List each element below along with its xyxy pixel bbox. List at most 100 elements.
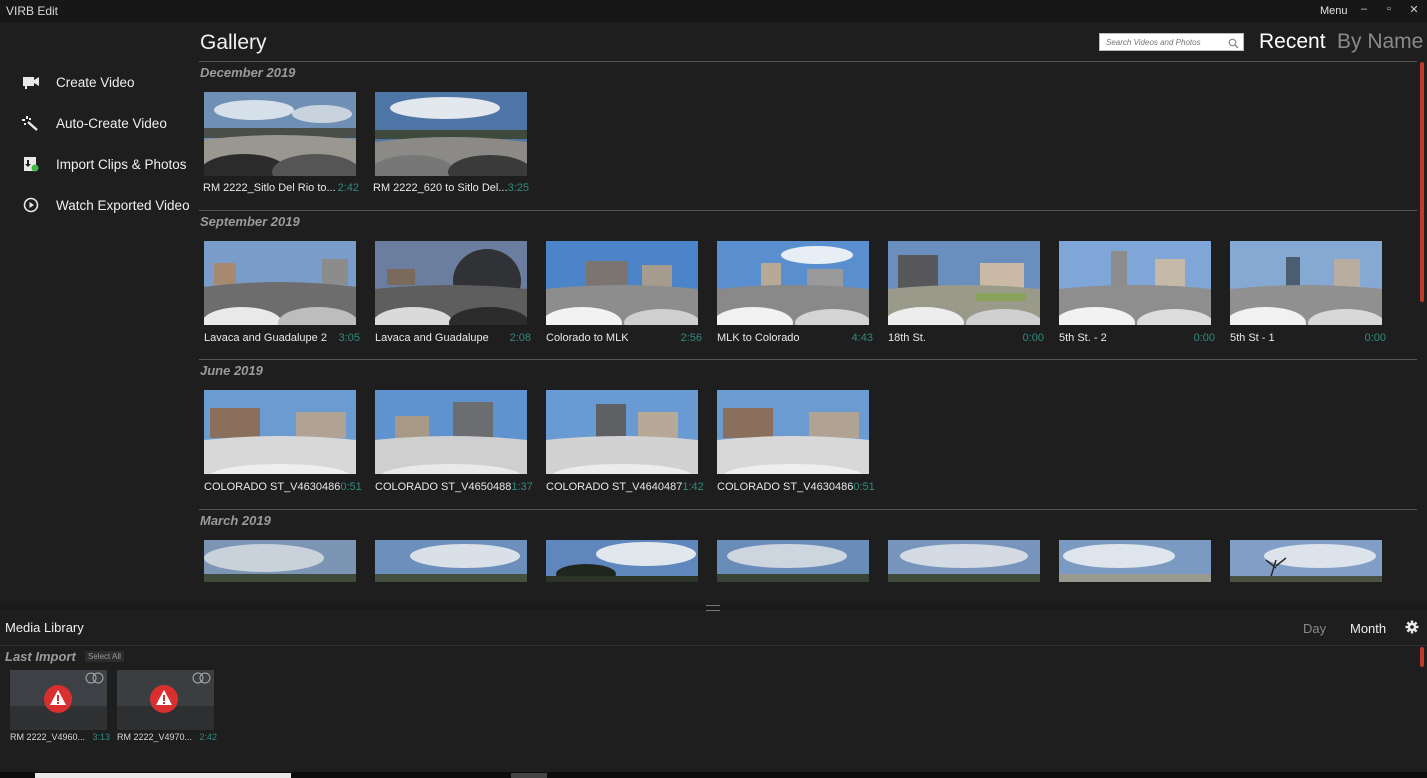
taskbar-search[interactable] xyxy=(35,773,291,778)
search-icon[interactable] xyxy=(1228,36,1239,54)
sidebar: Create Video Auto-Create Video Import Cl… xyxy=(0,22,195,604)
section-divider xyxy=(199,210,1417,211)
video-thumbnail[interactable] xyxy=(546,241,698,325)
month-heading: June 2019 xyxy=(200,363,263,378)
video-thumbnail[interactable] xyxy=(546,390,698,474)
video-thumbnail[interactable] xyxy=(1230,540,1382,582)
sort-recent-tab[interactable]: Recent xyxy=(1259,30,1326,54)
video-thumbnail[interactable] xyxy=(204,92,356,176)
video-thumbnail[interactable] xyxy=(717,241,869,325)
title-bar: VIRB Edit Menu – ▫ ✕ xyxy=(0,0,1427,22)
video-name: COLORADO ST_V4650488 xyxy=(375,481,512,493)
video-thumbnail[interactable] xyxy=(375,241,527,325)
video-thumbnail[interactable] xyxy=(888,540,1040,582)
video-duration: 3:05 xyxy=(338,332,360,344)
video-thumbnail[interactable] xyxy=(1230,241,1382,325)
video-label: COLORADO ST_V4640487 1:42 xyxy=(546,481,704,493)
sidebar-item-label: Auto-Create Video xyxy=(56,115,167,131)
video-name: MLK to Colorado xyxy=(717,332,800,344)
video-thumbnail[interactable] xyxy=(375,92,527,176)
clip-name: RM 2222_V4970... xyxy=(117,732,193,742)
clip-name: RM 2222_V4960... xyxy=(10,732,86,742)
video-duration: 3:25 xyxy=(507,182,529,194)
library-scrollbar[interactable] xyxy=(1420,647,1424,667)
view-day-tab[interactable]: Day xyxy=(1303,621,1326,636)
clip-duration: 3:13 xyxy=(92,732,110,742)
library-clip-thumbnail[interactable] xyxy=(117,670,214,730)
menu-button[interactable]: Menu xyxy=(1320,5,1348,17)
video-thumbnail[interactable] xyxy=(375,540,527,582)
video-thumbnail[interactable] xyxy=(888,241,1040,325)
search-box[interactable] xyxy=(1099,33,1244,51)
video-thumbnail[interactable] xyxy=(717,390,869,474)
video-label: Lavaca and Guadalupe 2 3:05 xyxy=(204,332,360,344)
video-label: 18th St. 0:00 xyxy=(888,332,1044,344)
minimize-button[interactable]: – xyxy=(1357,3,1371,15)
video-label: COLORADO ST_V4630486 0:51 xyxy=(204,481,362,493)
video-thumbnail[interactable] xyxy=(375,390,527,474)
resize-handle[interactable] xyxy=(706,605,720,611)
view-month-tab[interactable]: Month xyxy=(1350,621,1386,636)
video-label: Lavaca and Guadalupe 2:08 xyxy=(375,332,531,344)
sidebar-item-label: Watch Exported Video xyxy=(56,197,190,213)
sidebar-item-label: Import Clips & Photos xyxy=(56,156,187,172)
video-duration: 1:37 xyxy=(511,481,533,493)
taskbar-button[interactable] xyxy=(511,773,547,778)
month-heading: December 2019 xyxy=(200,65,296,80)
video-label: COLORADO ST_V4630486 0:51 xyxy=(717,481,875,493)
video-thumbnail[interactable] xyxy=(546,540,698,582)
video-duration: 0:51 xyxy=(340,481,362,493)
video-name: 5th St - 1 xyxy=(1230,332,1275,344)
library-clip-label: RM 2222_V4960... 3:13 xyxy=(10,732,110,742)
sidebar-item-create-video[interactable]: Create Video xyxy=(20,71,135,93)
video-name: 18th St. xyxy=(888,332,926,344)
video-name: Colorado to MLK xyxy=(546,332,629,344)
sidebar-item-import-clips[interactable]: Import Clips & Photos xyxy=(20,153,187,175)
video-duration: 4:43 xyxy=(851,332,873,344)
clip-duration: 2:42 xyxy=(199,732,217,742)
video-name: RM 2222_Sitlo Del Rio to... xyxy=(203,182,336,194)
video-label: RM 2222_620 to Sitlo Del... 3:25 xyxy=(373,182,529,194)
month-heading: March 2019 xyxy=(200,513,271,528)
video-name: COLORADO ST_V4630486 xyxy=(717,481,854,493)
gallery-scrollbar[interactable] xyxy=(1420,62,1424,302)
media-library-title: Media Library xyxy=(5,620,84,635)
sidebar-item-auto-create-video[interactable]: Auto-Create Video xyxy=(20,112,167,134)
video-thumbnail[interactable] xyxy=(717,540,869,582)
video-thumbnail[interactable] xyxy=(204,241,356,325)
sidebar-item-watch-exported[interactable]: Watch Exported Video xyxy=(20,194,190,216)
sidebar-item-label: Create Video xyxy=(56,74,135,90)
gear-icon[interactable] xyxy=(1405,620,1419,639)
library-divider xyxy=(0,645,1427,646)
section-divider xyxy=(199,61,1417,62)
video-duration: 2:56 xyxy=(680,332,702,344)
video-name: Lavaca and Guadalupe xyxy=(375,332,489,344)
camera-icon xyxy=(20,73,42,91)
restore-button[interactable]: ▫ xyxy=(1382,3,1396,15)
page-title: Gallery xyxy=(200,31,267,54)
video-label: MLK to Colorado 4:43 xyxy=(717,332,873,344)
close-button[interactable]: ✕ xyxy=(1407,3,1421,16)
video-duration: 0:00 xyxy=(1193,332,1215,344)
magic-wand-icon xyxy=(20,114,42,132)
video-label: Colorado to MLK 2:56 xyxy=(546,332,702,344)
video-name: COLORADO ST_V4630486 xyxy=(204,481,341,493)
sort-by-name-tab[interactable]: By Name xyxy=(1337,30,1423,54)
video-duration: 0:00 xyxy=(1022,332,1044,344)
app-title: VIRB Edit xyxy=(6,4,59,18)
video-thumbnail[interactable] xyxy=(1059,241,1211,325)
library-clip-label: RM 2222_V4970... 2:42 xyxy=(117,732,217,742)
library-clip-thumbnail[interactable] xyxy=(10,670,107,730)
select-all-button[interactable]: Select All xyxy=(85,651,124,662)
video-duration: 2:08 xyxy=(509,332,531,344)
group-heading: Last Import xyxy=(5,649,76,664)
video-name: RM 2222_620 to Sitlo Del... xyxy=(373,182,508,194)
video-duration: 0:00 xyxy=(1364,332,1386,344)
video-thumbnail[interactable] xyxy=(1059,540,1211,582)
video-duration: 2:42 xyxy=(337,182,359,194)
video-thumbnail[interactable] xyxy=(204,540,356,582)
video-duration: 0:51 xyxy=(853,481,875,493)
video-thumbnail[interactable] xyxy=(204,390,356,474)
video-label: 5th St - 1 0:00 xyxy=(1230,332,1386,344)
search-input[interactable] xyxy=(1106,35,1224,49)
